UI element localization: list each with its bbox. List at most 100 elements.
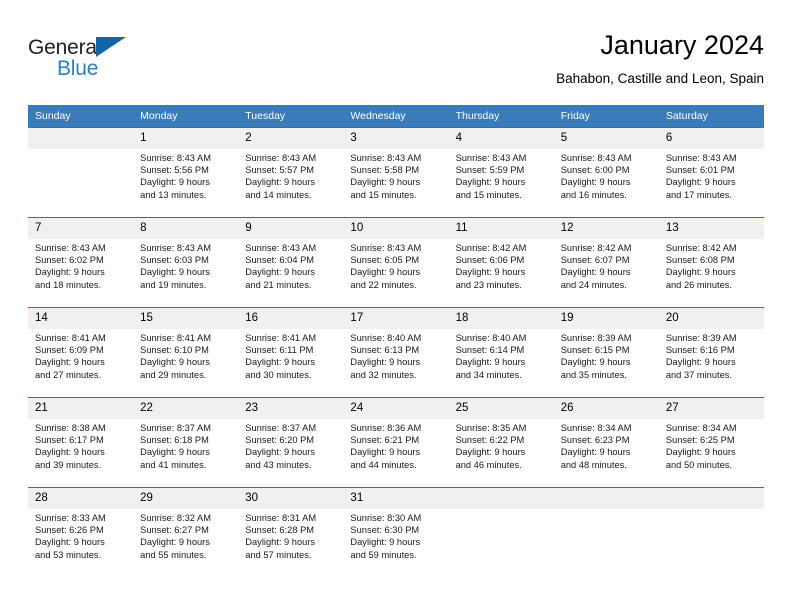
- page-header: General Blue January 2024 Bahabon, Casti…: [28, 28, 764, 98]
- day-number: 26: [553, 398, 659, 419]
- calendar-day-cell[interactable]: 12 Sunrise: 8:42 AM Sunset: 6:07 PM Dayligh…: [553, 217, 659, 308]
- day-sun-details: Sunrise: 8:43 AM Sunset: 6:05 PM Daylight:…: [343, 239, 448, 291]
- calendar-day-cell[interactable]: 21 Sunrise: 8:38 AM Sunset: 6:17 PM Dayligh…: [28, 397, 134, 488]
- daylight-text: Daylight: 9 hours: [245, 447, 316, 458]
- day-sun-details: Sunrise: 8:43 AM Sunset: 5:57 PM Daylight:…: [238, 149, 343, 201]
- calendar-day-cell[interactable]: 7 Sunrise: 8:43 AM Sunset: 6:02 PM Daylight…: [28, 217, 134, 308]
- calendar-week-row: 28 Sunrise: 8:33 AM Sunset: 6:26 PM Dayligh…: [28, 487, 764, 577]
- weekday-header-wednesday: Wednesday: [343, 105, 449, 128]
- sunrise-text: Sunrise: 8:34 AM: [665, 423, 737, 433]
- daylight-text: and 41 minutes.: [140, 459, 207, 470]
- sunset-text: Sunset: 6:03 PM: [140, 255, 209, 266]
- daylight-text: and 55 minutes.: [140, 549, 207, 560]
- day-number: 1: [133, 128, 239, 149]
- calendar-day-cell[interactable]: 5 Sunrise: 8:43 AM Sunset: 6:00 PM Daylight…: [553, 127, 659, 218]
- daylight-text: and 17 minutes.: [665, 189, 732, 200]
- sunrise-text: Sunrise: 8:41 AM: [245, 333, 317, 343]
- calendar-day-cell[interactable]: 25 Sunrise: 8:35 AM Sunset: 6:22 PM Dayligh…: [448, 397, 554, 488]
- calendar-day-cell[interactable]: 13 Sunrise: 8:42 AM Sunset: 6:08 PM Dayligh…: [658, 217, 764, 308]
- sunset-text: Sunset: 5:59 PM: [455, 165, 525, 176]
- calendar-day-cell[interactable]: 19 Sunrise: 8:39 AM Sunset: 6:15 PM Dayligh…: [553, 307, 659, 398]
- calendar-page: General Blue January 2024 Bahabon, Casti…: [0, 0, 792, 612]
- calendar-day-cell[interactable]: 3 Sunrise: 8:43 AM Sunset: 5:58 PM Daylight…: [343, 127, 449, 218]
- calendar-week-row: 21 Sunrise: 8:38 AM Sunset: 6:17 PM Dayligh…: [28, 397, 764, 488]
- sunset-text: Sunset: 6:20 PM: [245, 435, 315, 446]
- calendar-week-row: 7 Sunrise: 8:43 AM Sunset: 6:02 PM Daylight…: [28, 217, 764, 308]
- day-number: 10: [343, 218, 449, 239]
- calendar-day-cell[interactable]: 20 Sunrise: 8:39 AM Sunset: 6:16 PM Dayligh…: [658, 307, 764, 398]
- calendar-day-cell-empty: [448, 487, 554, 577]
- brand-logo[interactable]: General Blue: [28, 36, 188, 88]
- weekday-header-monday: Monday: [133, 105, 239, 128]
- day-number: 25: [448, 398, 554, 419]
- sunset-text: Sunset: 6:08 PM: [665, 255, 735, 266]
- day-number: 24: [343, 398, 449, 419]
- calendar-day-cell[interactable]: 23 Sunrise: 8:37 AM Sunset: 6:20 PM Dayligh…: [238, 397, 344, 488]
- calendar-day-cell[interactable]: 29 Sunrise: 8:32 AM Sunset: 6:27 PM Dayligh…: [133, 487, 239, 577]
- day-number: 7: [28, 218, 134, 239]
- sunset-text: Sunset: 6:23 PM: [560, 435, 630, 446]
- calendar-day-cell[interactable]: 14 Sunrise: 8:41 AM Sunset: 6:09 PM Dayligh…: [28, 307, 134, 398]
- calendar-day-cell[interactable]: 8 Sunrise: 8:43 AM Sunset: 6:03 PM Daylight…: [133, 217, 239, 308]
- sunrise-text: Sunrise: 8:43 AM: [560, 153, 632, 163]
- daylight-text: Daylight: 9 hours: [560, 447, 631, 458]
- day-sun-details: Sunrise: 8:37 AM Sunset: 6:18 PM Daylight:…: [133, 419, 238, 471]
- calendar-day-cell[interactable]: 4 Sunrise: 8:43 AM Sunset: 5:59 PM Daylight…: [448, 127, 554, 218]
- weekday-header-sunday: Sunday: [28, 105, 134, 128]
- sunrise-text: Sunrise: 8:39 AM: [665, 333, 737, 343]
- daylight-text: Daylight: 9 hours: [350, 357, 421, 368]
- daylight-text: and 57 minutes.: [245, 549, 312, 560]
- day-sun-details: Sunrise: 8:31 AM Sunset: 6:28 PM Daylight:…: [238, 509, 343, 561]
- brand-name-blue: Blue: [57, 57, 99, 80]
- daylight-text: Daylight: 9 hours: [140, 357, 210, 368]
- sunset-text: Sunset: 6:22 PM: [455, 435, 525, 446]
- sunset-text: Sunset: 6:25 PM: [665, 435, 735, 446]
- day-sun-details: Sunrise: 8:30 AM Sunset: 6:30 PM Daylight:…: [343, 509, 448, 561]
- calendar-day-cell[interactable]: 26 Sunrise: 8:34 AM Sunset: 6:23 PM Dayligh…: [553, 397, 659, 488]
- calendar-day-cell[interactable]: 24 Sunrise: 8:36 AM Sunset: 6:21 PM Dayligh…: [343, 397, 449, 488]
- calendar-day-cell[interactable]: 9 Sunrise: 8:43 AM Sunset: 6:04 PM Daylight…: [238, 217, 344, 308]
- daylight-text: and 29 minutes.: [140, 369, 207, 380]
- day-number: 4: [448, 128, 554, 149]
- day-sun-details: Sunrise: 8:34 AM Sunset: 6:23 PM Daylight:…: [554, 419, 659, 471]
- calendar-header-row: Sunday Monday Tuesday Wednesday Thursday Frid…: [28, 105, 764, 128]
- calendar-day-cell[interactable]: 31 Sunrise: 8:30 AM Sunset: 6:30 PM Dayligh…: [343, 487, 449, 577]
- calendar-day-cell[interactable]: 22 Sunrise: 8:37 AM Sunset: 6:18 PM Dayligh…: [133, 397, 239, 488]
- daylight-text: and 15 minutes.: [350, 189, 417, 200]
- calendar-day-cell[interactable]: 15 Sunrise: 8:41 AM Sunset: 6:10 PM Dayligh…: [133, 307, 239, 398]
- sunrise-text: Sunrise: 8:35 AM: [455, 423, 527, 433]
- sunset-text: Sunset: 6:13 PM: [350, 345, 420, 356]
- weekday-header-tuesday: Tuesday: [238, 105, 344, 128]
- sunrise-text: Sunrise: 8:38 AM: [35, 423, 106, 433]
- daylight-text: Daylight: 9 hours: [245, 537, 316, 548]
- daylight-text: and 39 minutes.: [35, 459, 102, 470]
- calendar-day-cell[interactable]: 11 Sunrise: 8:42 AM Sunset: 6:06 PM Dayligh…: [448, 217, 554, 308]
- calendar-day-cell[interactable]: 18 Sunrise: 8:40 AM Sunset: 6:14 PM Dayligh…: [448, 307, 554, 398]
- calendar-day-cell[interactable]: 16 Sunrise: 8:41 AM Sunset: 6:11 PM Dayligh…: [238, 307, 344, 398]
- daylight-text: Daylight: 9 hours: [560, 267, 631, 278]
- calendar-day-cell[interactable]: 6 Sunrise: 8:43 AM Sunset: 6:01 PM Daylight…: [658, 127, 764, 218]
- calendar-day-cell[interactable]: 2 Sunrise: 8:43 AM Sunset: 5:57 PM Daylight…: [238, 127, 344, 218]
- sunrise-text: Sunrise: 8:43 AM: [665, 153, 737, 163]
- calendar-day-cell[interactable]: 27 Sunrise: 8:34 AM Sunset: 6:25 PM Dayligh…: [658, 397, 764, 488]
- weekday-header-saturday: Saturday: [658, 105, 764, 128]
- calendar-day-cell[interactable]: 17 Sunrise: 8:40 AM Sunset: 6:13 PM Dayligh…: [343, 307, 449, 398]
- daylight-text: Daylight: 9 hours: [455, 267, 526, 278]
- calendar-day-cell[interactable]: 30 Sunrise: 8:31 AM Sunset: 6:28 PM Dayligh…: [238, 487, 344, 577]
- day-sun-details: Sunrise: 8:39 AM Sunset: 6:15 PM Daylight:…: [554, 329, 659, 381]
- calendar-day-cell[interactable]: 10 Sunrise: 8:43 AM Sunset: 6:05 PM Dayligh…: [343, 217, 449, 308]
- day-sun-details: Sunrise: 8:34 AM Sunset: 6:25 PM Daylight:…: [659, 419, 764, 471]
- sunset-text: Sunset: 6:09 PM: [35, 345, 104, 356]
- sunset-text: Sunset: 6:04 PM: [245, 255, 315, 266]
- calendar-day-cell[interactable]: 1 Sunrise: 8:43 AM Sunset: 5:56 PM Daylight…: [133, 127, 239, 218]
- calendar-week-row: 1 Sunrise: 8:43 AM Sunset: 5:56 PM Daylight…: [28, 127, 764, 218]
- sunrise-text: Sunrise: 8:41 AM: [140, 333, 211, 343]
- day-number: 12: [553, 218, 659, 239]
- calendar-day-cell[interactable]: 28 Sunrise: 8:33 AM Sunset: 6:26 PM Dayligh…: [28, 487, 134, 577]
- daylight-text: and 44 minutes.: [350, 459, 417, 470]
- day-number: [553, 488, 659, 509]
- sunset-text: Sunset: 6:10 PM: [140, 345, 209, 356]
- sunrise-text: Sunrise: 8:43 AM: [140, 153, 211, 163]
- weekday-header-thursday: Thursday: [448, 105, 554, 128]
- day-number: 21: [28, 398, 134, 419]
